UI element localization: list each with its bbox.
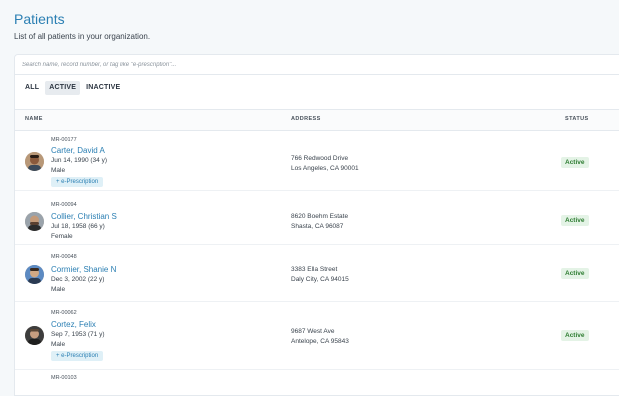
record-number: MR-00062 — [51, 310, 77, 316]
page-title: Patients — [14, 11, 65, 27]
date-of-birth: Sep 7, 1953 (71 y) — [51, 331, 105, 338]
record-number: MR-00048 — [51, 254, 77, 260]
address-line-1: 3383 Ella Street — [291, 266, 338, 273]
table-row[interactable]: MR-00048 Cormier, Shanie N Dec 3, 2002 (… — [15, 245, 619, 302]
patient-name-link[interactable]: Cortez, Felix — [51, 320, 96, 329]
address-line-1: 9687 West Ave — [291, 328, 335, 335]
address-line-2: Antelope, CA 95843 — [291, 338, 349, 345]
avatar — [25, 326, 44, 345]
record-number: MR-00177 — [51, 137, 77, 143]
address-line-1: 766 Redwood Drive — [291, 155, 349, 162]
gender: Male — [51, 286, 66, 293]
patient-name-link[interactable]: Collier, Christian S — [51, 212, 117, 221]
page-subtitle: List of all patients in your organizatio… — [14, 32, 151, 41]
patient-name-link[interactable]: Cormier, Shanie N — [51, 265, 116, 274]
patient-name-link[interactable]: Carter, David A — [51, 146, 105, 155]
e-prescription-tag[interactable]: + e-Prescription — [51, 351, 104, 361]
table-row[interactable]: MR-00062 Cortez, Felix Sep 7, 1953 (71 y… — [15, 302, 619, 370]
filter-active-tab[interactable]: ACTIVE — [45, 81, 81, 95]
column-header-address[interactable]: ADDRESS — [291, 116, 321, 122]
column-header-status[interactable]: STATUS — [565, 116, 589, 122]
gender: Male — [51, 341, 66, 348]
address-line-2: Daly City, CA 94015 — [291, 276, 349, 283]
table-header: NAME ADDRESS STATUS — [15, 109, 619, 131]
table-row[interactable]: MR-00103 — [15, 370, 619, 395]
gender: Female — [51, 233, 73, 240]
gender: Male — [51, 167, 66, 174]
filter-tabs: ALL ACTIVE INACTIVE — [21, 81, 124, 95]
record-number: MR-00103 — [51, 375, 77, 381]
status-badge: Active — [561, 268, 589, 279]
record-number: MR-00094 — [51, 202, 77, 208]
avatar — [25, 152, 44, 171]
avatar — [25, 265, 44, 284]
status-badge: Active — [561, 157, 589, 168]
address-line-1: 8620 Boehm Estate — [291, 213, 349, 220]
e-prescription-tag[interactable]: + e-Prescription — [51, 177, 104, 187]
table-row[interactable]: MR-00094 Collier, Christian S Jul 18, 19… — [15, 191, 619, 245]
date-of-birth: Dec 3, 2002 (22 y) — [51, 276, 105, 283]
avatar — [25, 212, 44, 231]
address-line-2: Shasta, CA 96087 — [291, 223, 344, 230]
patients-card: ALL ACTIVE INACTIVE NAME ADDRESS STATUS … — [14, 54, 619, 396]
column-header-name[interactable]: NAME — [25, 116, 43, 122]
search-input[interactable] — [15, 55, 619, 75]
status-badge: Active — [561, 215, 589, 226]
filter-all-tab[interactable]: ALL — [21, 81, 43, 95]
status-badge: Active — [561, 330, 589, 341]
date-of-birth: Jul 18, 1958 (66 y) — [51, 223, 105, 230]
address-line-2: Los Angeles, CA 90001 — [291, 165, 359, 172]
table-row[interactable]: MR-00177 Carter, David A Jun 14, 1990 (3… — [15, 130, 619, 191]
filter-inactive-tab[interactable]: INACTIVE — [82, 81, 124, 95]
date-of-birth: Jun 14, 1990 (34 y) — [51, 157, 108, 164]
